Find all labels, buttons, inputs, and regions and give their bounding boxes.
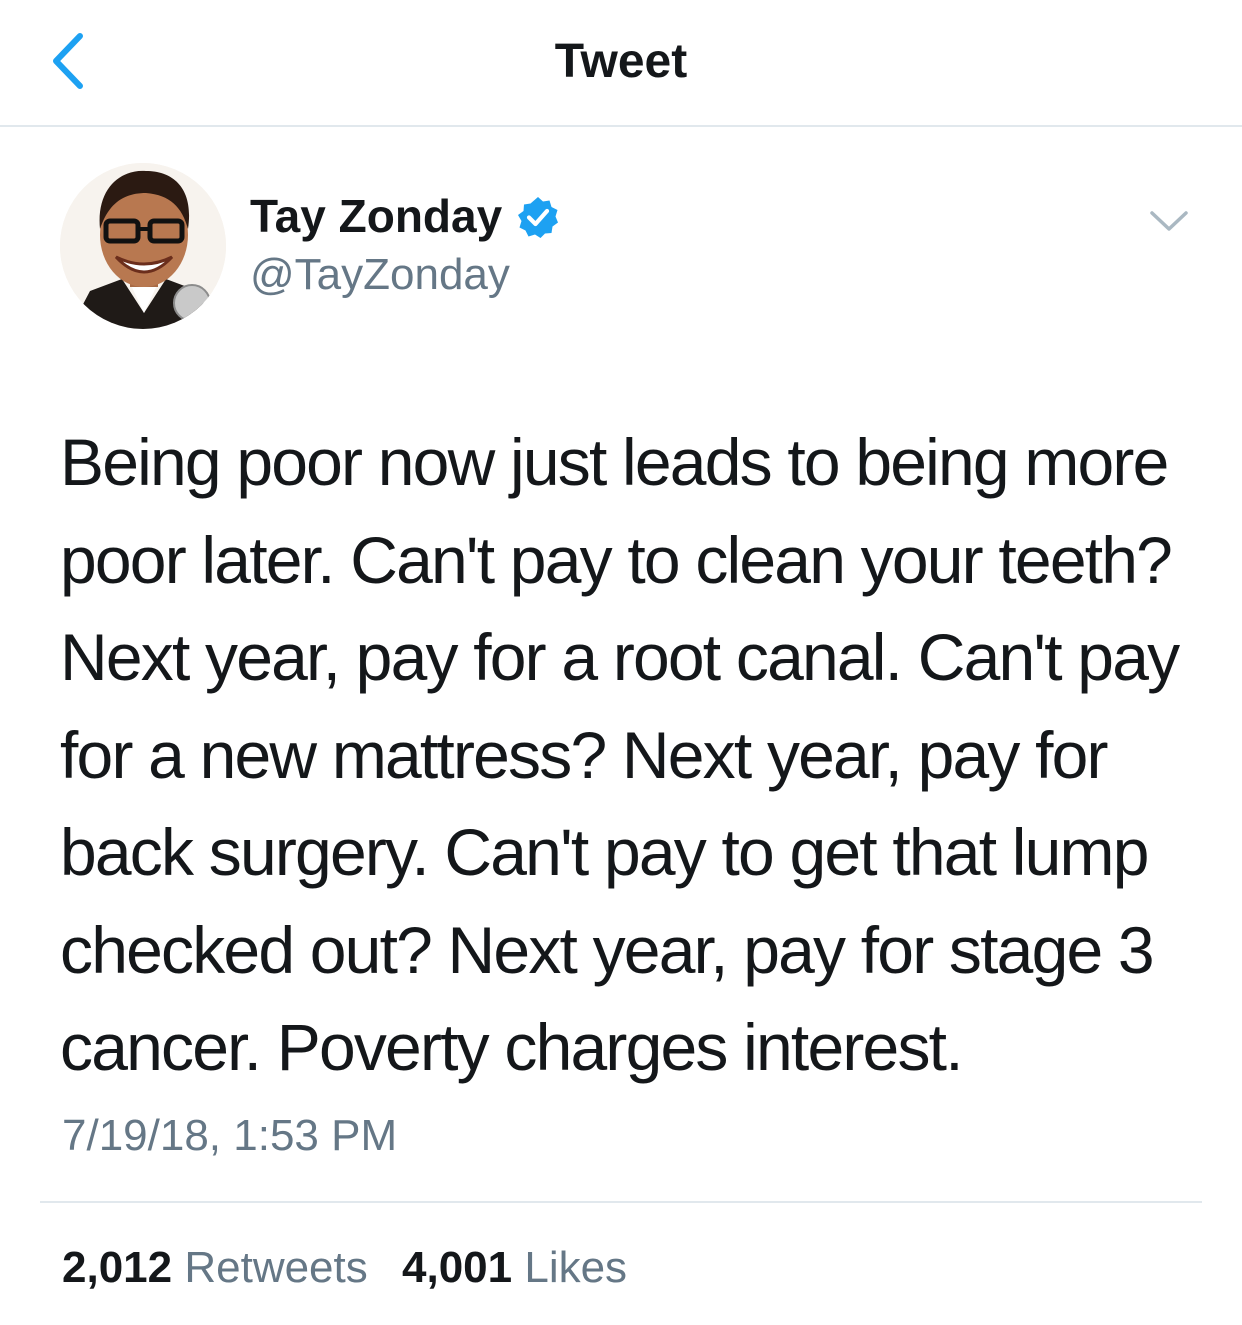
tweet-menu-button[interactable] [1148,205,1190,237]
author-handle[interactable]: @TayZonday [250,248,510,302]
retweets-stat[interactable]: 2,012 Retweets [62,1240,368,1296]
author-name: Tay Zonday [250,190,503,242]
likes-count: 4,001 [402,1243,513,1292]
verified-badge-icon [518,197,559,238]
top-nav-bar: Tweet [0,0,1242,127]
divider [40,1201,1202,1203]
tweet-text: Being poor now just leads to being more … [60,425,1180,1084]
tweet-stats: 2,012 Retweets 4,001 Likes [62,1240,627,1296]
likes-label: Likes [524,1243,628,1292]
page-title: Tweet [554,35,688,88]
retweets-label: Retweets [184,1243,368,1292]
author-name-link[interactable]: Tay Zonday [250,186,560,246]
avatar[interactable] [60,163,226,329]
retweets-count: 2,012 [62,1243,173,1292]
avatar-portrait-image [60,163,226,329]
likes-stat[interactable]: 4,001 Likes [402,1240,627,1296]
chevron-down-icon [1150,211,1188,231]
tweet-timestamp: 7/19/18, 1:53 PM [62,1111,398,1160]
